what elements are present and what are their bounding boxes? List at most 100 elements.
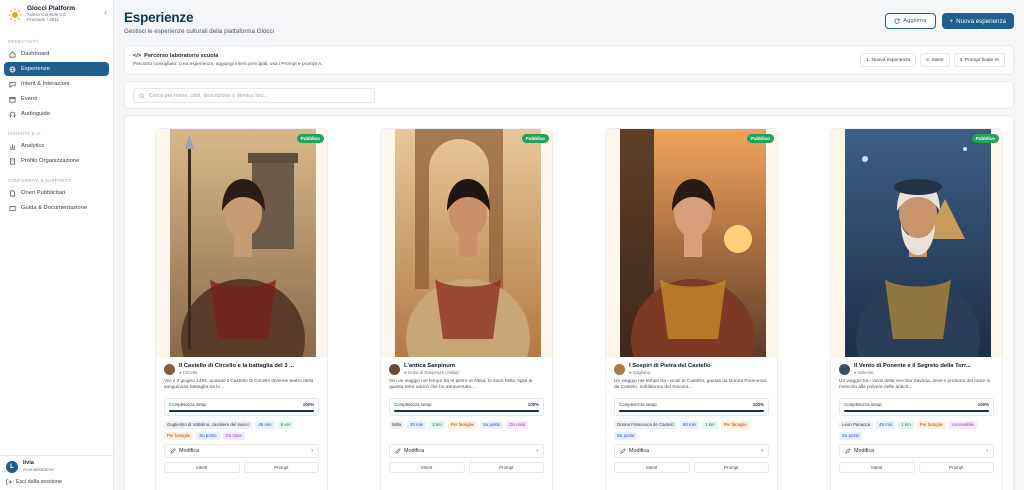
search-icon bbox=[139, 93, 145, 99]
edit-label: Modifica bbox=[179, 448, 200, 454]
new-experience-button[interactable]: + Nuova esperienza bbox=[941, 13, 1014, 29]
sidebar-item-label: Guida & Documentazione bbox=[21, 205, 88, 211]
lab-description: Percorso consigliato: crea esperienza, a… bbox=[133, 62, 323, 67]
card-image[interactable]: Pubblico bbox=[381, 129, 552, 357]
sidebar-item-profilo-organizzazione[interactable]: Profilo Organizzazione bbox=[4, 154, 109, 168]
page-title: Esperienze bbox=[124, 10, 194, 25]
prompt-button[interactable]: Prompt bbox=[243, 462, 319, 473]
document-icon bbox=[10, 190, 16, 196]
edit-button[interactable]: Modifica › bbox=[389, 444, 544, 458]
card-image[interactable]: Pubblico bbox=[606, 129, 777, 357]
experience-tag: Da casa bbox=[222, 432, 245, 440]
completion-bar bbox=[394, 410, 539, 412]
prompt-button[interactable]: Prompt bbox=[693, 462, 769, 473]
lab-step-button[interactable]: 3. Prompt finale IA bbox=[953, 53, 1005, 67]
experience-location: ⌖ Salvone bbox=[854, 370, 1002, 375]
completion-label: Completezza setup bbox=[844, 402, 882, 407]
completion-label: Completezza setup bbox=[619, 402, 657, 407]
experience-tag: Su posto bbox=[479, 421, 504, 429]
sidebar-item-eventi[interactable]: Eventi bbox=[4, 92, 109, 106]
experience-card[interactable]: Pubblico I Sospiri di Pietra del Castello… bbox=[605, 128, 778, 490]
edit-label: Modifica bbox=[854, 448, 875, 454]
edit-button[interactable]: Modifica › bbox=[164, 444, 319, 458]
experience-portrait-image bbox=[394, 129, 541, 357]
experience-card[interactable]: Pubblico L'antica Saepinum ⌖ Scavi di Saep… bbox=[380, 128, 553, 490]
completion-value: 100% bbox=[752, 402, 764, 407]
pencil-icon bbox=[170, 448, 176, 454]
logout-label: Esci dalla sessione bbox=[16, 479, 62, 485]
experience-title: Il Vento di Ponente e il Segreto della T… bbox=[854, 363, 971, 369]
chevron-right-icon: › bbox=[536, 448, 538, 454]
experience-tag: 5 ver bbox=[277, 421, 294, 429]
logout-button[interactable]: Esci dalla sessione bbox=[6, 479, 107, 485]
experience-tag: 45 min bbox=[876, 421, 896, 429]
status-badge: Pubblico bbox=[296, 134, 324, 143]
experience-card[interactable]: Pubblico Il Vento di Ponente e il Segreto… bbox=[830, 128, 1003, 490]
chart-icon bbox=[9, 144, 16, 150]
experience-portrait-image bbox=[619, 129, 766, 357]
sidebar-item-dashboard[interactable]: Dashboard bbox=[4, 47, 109, 61]
status-badge: Pubblico bbox=[521, 134, 549, 143]
edit-label: Modifica bbox=[629, 448, 650, 454]
sidebar-item-guida-documentazione[interactable]: Guida & Documentazione bbox=[4, 201, 109, 215]
chat-icon bbox=[9, 81, 16, 88]
edit-button[interactable]: Modifica › bbox=[614, 444, 769, 458]
completion-value: 100% bbox=[977, 402, 989, 407]
sidebar-item-oneri-pubblicitari[interactable]: Oneri Pubblicitari bbox=[4, 186, 109, 200]
sidebar-item-analytics[interactable]: Analytics bbox=[4, 139, 109, 153]
search-input[interactable] bbox=[148, 92, 369, 99]
lab-steps: 1. Nuova esperienza 2. Intent 3. Prompt fi… bbox=[860, 53, 1005, 67]
intent-button[interactable]: Intent bbox=[839, 462, 915, 473]
experience-tag: Su posto bbox=[839, 432, 863, 440]
new-experience-label: Nuova esperienza bbox=[956, 17, 1006, 25]
refresh-label: Aggiorna bbox=[903, 18, 927, 24]
experience-grid: Pubblico Il Castello di Circello e la bat… bbox=[124, 115, 1014, 490]
home-icon bbox=[9, 50, 16, 57]
prompt-button[interactable]: Prompt bbox=[468, 462, 544, 473]
user-panel: L livia Amministratore Esci dalla sessio… bbox=[0, 455, 113, 490]
experience-tag: Donna Francesca de Castelo bbox=[614, 421, 677, 429]
collapse-sidebar-icon[interactable]: ‹ bbox=[104, 8, 107, 17]
completion-label: Completezza setup bbox=[394, 402, 432, 407]
intent-button[interactable]: Intent bbox=[389, 462, 465, 473]
lab-step-button[interactable]: 1. Nuova esperienza bbox=[860, 53, 917, 67]
experience-location-label: Gagliano bbox=[632, 370, 651, 375]
completion-fill bbox=[394, 410, 539, 412]
experience-tag: Guglielmo di Valtolino, cavaliere del la… bbox=[164, 421, 253, 429]
experience-tag: Leon Panacca bbox=[839, 421, 874, 429]
user-role: Amministratore bbox=[23, 467, 54, 473]
experience-card[interactable]: Pubblico Il Castello di Circello e la bat… bbox=[155, 128, 328, 490]
experience-tag: Su posto bbox=[614, 432, 638, 440]
card-image[interactable]: Pubblico bbox=[156, 129, 327, 357]
status-badge: Pubblico bbox=[746, 134, 774, 143]
experience-location-label: Circello bbox=[182, 370, 198, 375]
page-header: Esperienze Gestisci le esperienze cultur… bbox=[124, 10, 1014, 35]
completion-bar bbox=[619, 410, 764, 412]
experience-description: Vivi il 3 giugno 1494, quando il Castell… bbox=[164, 379, 314, 391]
experience-location-label: Scavi di Saepinum (Altilia) bbox=[407, 370, 459, 375]
tag-list: Milla 30 min 2 km Per famiglie Su posto Da ca… bbox=[389, 421, 544, 441]
lab-step-button[interactable]: 2. Intent bbox=[920, 53, 950, 67]
chevron-right-icon: › bbox=[986, 448, 988, 454]
completion-value: 100% bbox=[527, 402, 539, 407]
sidebar-item-audioguide[interactable]: Audioguide bbox=[4, 107, 109, 121]
sun-logo-icon bbox=[8, 8, 22, 22]
sidebar-section-label: CONFORMITÀ & SUPPORTO bbox=[8, 178, 71, 183]
experience-tag: Per famiglie bbox=[720, 421, 750, 429]
edit-button[interactable]: Modifica › bbox=[839, 444, 994, 458]
calendar-icon bbox=[9, 96, 16, 102]
experience-tag: 2 km bbox=[429, 421, 445, 429]
sidebar-item-esperienze[interactable]: Esperienze bbox=[4, 62, 109, 76]
guide-avatar bbox=[164, 364, 175, 375]
experience-tag: 50 min bbox=[679, 421, 700, 429]
completion-box: Completezza setup 100% bbox=[839, 398, 994, 416]
brand: Glocci Platform Admin Console 3.0 Premiu… bbox=[0, 0, 113, 36]
intent-button[interactable]: Intent bbox=[164, 462, 240, 473]
refresh-button[interactable]: Aggiorna bbox=[885, 13, 936, 29]
card-image[interactable]: Pubblico bbox=[831, 129, 1002, 357]
sidebar-item-intent-interazioni[interactable]: Intent & Interazioni bbox=[4, 77, 109, 91]
intent-button[interactable]: Intent bbox=[614, 462, 690, 473]
sidebar-item-label: Analytics bbox=[21, 143, 45, 149]
prompt-button[interactable]: Prompt bbox=[918, 462, 994, 473]
experience-tag: 1 km bbox=[898, 421, 914, 429]
